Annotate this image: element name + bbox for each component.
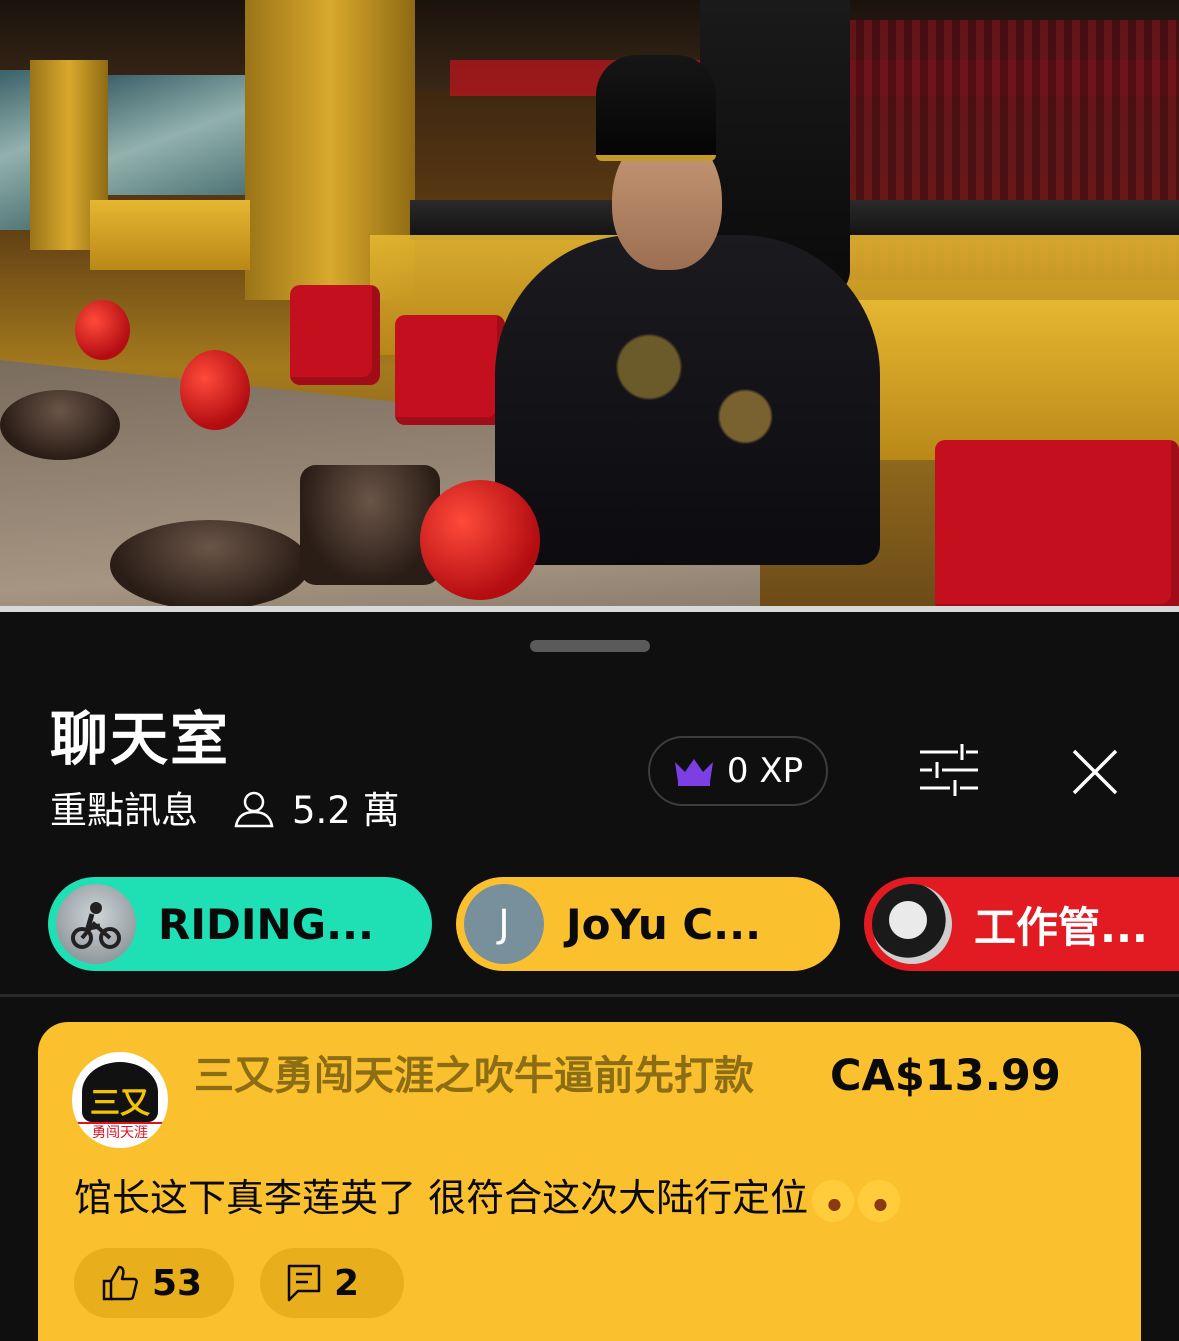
- message-body: 馆长这下真李莲英了 很符合这次大陆行定位: [74, 1176, 809, 1220]
- avatar-letter: J: [464, 884, 544, 964]
- video-pot: [110, 520, 310, 610]
- video-cushion: [935, 440, 1179, 612]
- avatar-text: 三又: [90, 1086, 150, 1121]
- video-robe: [495, 235, 880, 565]
- reply-count: 2: [334, 1262, 360, 1304]
- donation-amount: CA$13.99: [830, 1051, 1061, 1101]
- video-pot: [0, 390, 120, 460]
- like-button[interactable]: 53: [74, 1248, 234, 1318]
- sender-avatar[interactable]: 三又 勇闯天涯: [72, 1052, 168, 1148]
- video-kettle: [180, 350, 250, 430]
- pinned-pill[interactable]: J JoYu C...: [456, 877, 840, 971]
- video-kettle: [420, 480, 540, 600]
- video-bench: [90, 200, 250, 270]
- video-bench: [830, 300, 1179, 460]
- chat-mode-selector[interactable]: 重點訊息: [50, 792, 198, 829]
- pinned-name: JoYu C...: [566, 899, 762, 949]
- super-chat-card[interactable]: 三又 勇闯天涯 三又勇闯天涯之吹牛逼前先打款 CA$13.99 馆长这下真李莲英…: [38, 1022, 1141, 1341]
- xp-label: 0 XP: [726, 751, 804, 791]
- crown-icon: [674, 759, 713, 786]
- message-text: 馆长这下真李莲英了 很符合这次大陆行定位: [74, 1172, 907, 1228]
- sender-name[interactable]: 三又勇闯天涯之吹牛逼前先打款: [194, 1050, 794, 1102]
- xp-button[interactable]: 0 XP: [648, 736, 828, 806]
- chat-title: 聊天室: [50, 705, 231, 773]
- avatar: [872, 884, 952, 964]
- motorcycle-icon: [71, 902, 121, 949]
- video-screen: [105, 75, 245, 195]
- laughing-emoji-icon: [806, 1173, 861, 1228]
- close-icon[interactable]: [1070, 747, 1120, 797]
- avatar-banner: 勇闯天涯: [76, 1122, 164, 1142]
- video-pot: [300, 465, 440, 585]
- reply-button[interactable]: 2: [260, 1248, 404, 1318]
- avatar: [56, 884, 136, 964]
- pinned-pill[interactable]: 工作管...: [864, 877, 1179, 971]
- thumbs-up-icon: [102, 1265, 138, 1301]
- video-cushion: [290, 285, 380, 385]
- chat-subtitle: 重點訊息 5.2 萬: [50, 790, 400, 830]
- like-count: 53: [152, 1262, 203, 1304]
- pinned-name: RIDING...: [158, 899, 374, 949]
- video-cushion: [395, 315, 505, 425]
- pinned-name: 工作管...: [974, 902, 1148, 952]
- person-outline-icon: [232, 790, 276, 830]
- pinned-pill[interactable]: RIDING...: [48, 877, 432, 971]
- video-player[interactable]: [0, 0, 1179, 612]
- video-hat: [596, 55, 716, 161]
- drag-handle[interactable]: [530, 640, 650, 652]
- viewer-count: 5.2 萬: [292, 788, 400, 832]
- comment-icon: [287, 1264, 321, 1302]
- sliders-icon[interactable]: [918, 742, 980, 798]
- laughing-emoji-icon: [852, 1173, 907, 1228]
- video-kettle: [75, 300, 130, 360]
- divider: [0, 994, 1179, 997]
- chat-sheet: 聊天室 重點訊息 5.2 萬 0 XP RIDING... J JoYu C..…: [0, 612, 1179, 1341]
